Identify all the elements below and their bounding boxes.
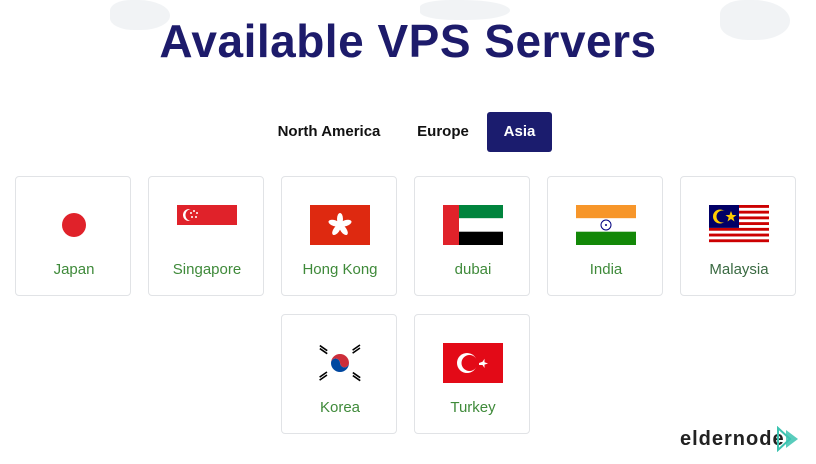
location-card-india[interactable]: India — [547, 176, 663, 296]
hong-kong-flag-icon — [310, 205, 370, 245]
korea-flag-icon — [310, 343, 370, 383]
location-card-hong-kong[interactable]: Hong Kong — [281, 176, 397, 296]
location-label: Hong Kong — [302, 261, 378, 278]
play-arrow-icon — [777, 426, 798, 452]
uae-flag-icon — [443, 205, 503, 245]
location-card-dubai[interactable]: dubai — [414, 176, 530, 296]
logo-text: eldernode — [680, 428, 785, 450]
turkey-flag-icon — [443, 343, 503, 383]
location-label: Malaysia — [709, 261, 769, 278]
location-card-japan[interactable]: Japan — [15, 176, 131, 296]
tab-asia[interactable]: Asia — [487, 112, 552, 152]
location-card-korea[interactable]: Korea — [281, 314, 397, 434]
japan-flag-icon — [44, 205, 104, 245]
location-card-singapore[interactable]: Singapore — [148, 176, 264, 296]
location-label: dubai — [454, 261, 492, 278]
malaysia-flag-icon — [709, 205, 769, 245]
location-label: Singapore — [172, 261, 242, 278]
location-label: Korea — [319, 399, 361, 416]
page-title: Available VPS Servers — [159, 15, 657, 67]
location-label: India — [589, 261, 623, 278]
tab-north-america[interactable]: North America — [264, 112, 394, 152]
location-card-malaysia[interactable]: Malaysia — [680, 176, 796, 296]
singapore-flag-icon — [177, 205, 237, 245]
india-flag-icon — [576, 205, 636, 245]
location-card-turkey[interactable]: Turkey — [414, 314, 530, 434]
eldernode-logo: eldernode — [680, 424, 804, 454]
location-label: Turkey — [450, 399, 496, 416]
location-label: Japan — [53, 261, 95, 278]
tab-europe[interactable]: Europe — [404, 112, 482, 152]
region-tabs: North America Europe Asia — [0, 112, 816, 152]
